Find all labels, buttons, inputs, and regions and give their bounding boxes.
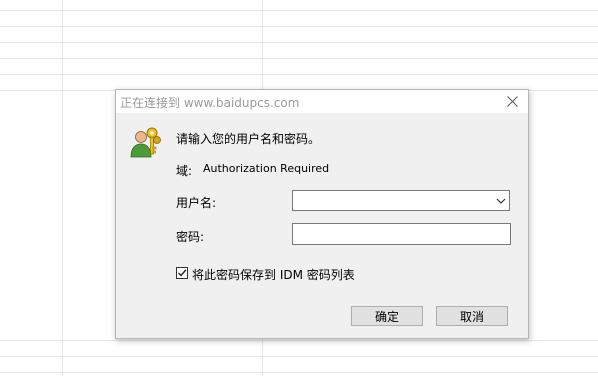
grid-row-line [0,340,598,341]
grid-column-line [62,0,63,376]
checkmark-icon [178,269,187,277]
username-combobox[interactable] [292,190,510,211]
remember-password-label[interactable]: 将此密码保存到 IDM 密码列表 [192,266,355,283]
ok-button[interactable]: 确定 [351,306,423,326]
grid-row-line [0,10,598,11]
grid-row-line [0,74,598,75]
login-dialog: 正在连接到 www.baidupcs.com 请输入您的用户名和密码。 域: A… [115,89,529,339]
cancel-button[interactable]: 取消 [436,306,508,326]
chevron-down-icon[interactable] [496,196,506,206]
grid-row-line [0,42,598,43]
realm-label: 域: [176,164,193,178]
close-button[interactable] [502,92,522,110]
dialog-titlebar[interactable]: 正在连接到 www.baidupcs.com [116,90,528,113]
grid-row-line [0,372,598,373]
realm-value: Authorization Required [203,162,330,175]
grid-row-line [0,26,598,27]
keys-icon [130,127,161,158]
login-prompt: 请输入您的用户名和密码。 [176,132,321,146]
password-field[interactable] [292,223,511,245]
grid-row-line [0,58,598,59]
password-input[interactable] [295,225,505,243]
username-label: 用户名: [176,196,217,210]
close-icon [506,95,518,107]
password-label: 密码: [176,230,205,244]
grid-row-line [0,356,598,357]
dialog-title: 正在连接到 www.baidupcs.com [120,96,300,110]
remember-password-checkbox[interactable] [176,267,188,279]
username-input[interactable] [295,192,485,209]
